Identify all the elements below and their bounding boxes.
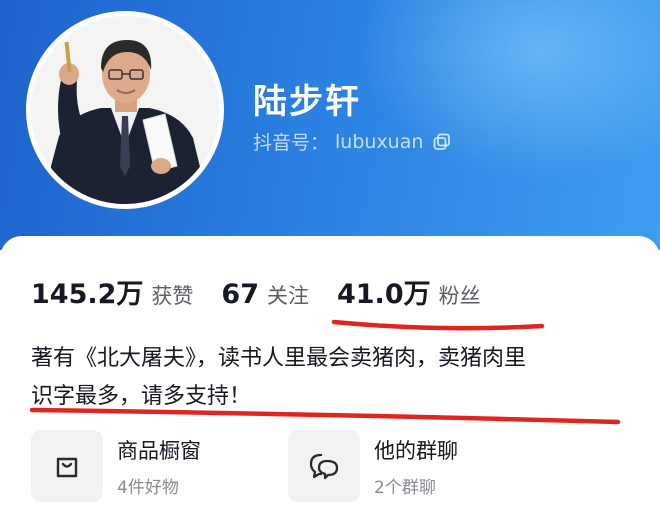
stats-row: 145.2万 获赞 67 关注 41.0万 粉丝 xyxy=(31,272,509,311)
shop-window-title: 商品橱窗 xyxy=(117,438,201,463)
group-chat-subtitle: 2个群聊 xyxy=(374,477,436,498)
stat-followers[interactable]: 41.0万 粉丝 xyxy=(337,272,481,311)
followers-underline-annotation xyxy=(331,319,545,331)
avatar-photo xyxy=(31,16,219,204)
douyin-id-label: 抖音号： xyxy=(253,132,330,154)
likes-label: 获赞 xyxy=(151,284,194,308)
likes-count: 145.2万 xyxy=(31,279,144,310)
username: 陆步轩 xyxy=(253,82,361,122)
avatar[interactable] xyxy=(31,16,219,204)
following-label: 关注 xyxy=(266,284,309,308)
shop-window-iconbox xyxy=(31,430,103,502)
shopping-bag-icon xyxy=(56,457,78,478)
stat-following[interactable]: 67 关注 xyxy=(221,279,309,310)
stat-likes[interactable]: 145.2万 获赞 xyxy=(31,272,193,311)
bio-underline-annotation xyxy=(29,407,621,425)
group-chat-title: 他的群聊 xyxy=(374,438,458,463)
shop-window-entry[interactable]: 商品橱窗 4件好物 xyxy=(31,430,201,502)
copy-icon[interactable] xyxy=(433,133,451,151)
profile-header: 陆步轩 抖音号： lubuxuan xyxy=(0,0,660,250)
following-count: 67 xyxy=(221,279,259,310)
douyin-id-value: lubuxuan xyxy=(335,130,424,153)
group-chat-iconbox xyxy=(288,430,360,502)
chat-bubbles-icon xyxy=(309,453,339,480)
followers-count: 41.0万 xyxy=(336,279,431,310)
bio-line-1: 著有《北大屠夫》，读书人里最会卖猪肉，卖猪肉里 xyxy=(31,346,527,371)
group-chat-entry[interactable]: 他的群聊 2个群聊 xyxy=(288,430,458,502)
douyin-id-row: 抖音号： lubuxuan xyxy=(253,128,451,155)
shop-window-subtitle: 4件好物 xyxy=(117,477,179,498)
followers-label: 粉丝 xyxy=(438,284,481,308)
